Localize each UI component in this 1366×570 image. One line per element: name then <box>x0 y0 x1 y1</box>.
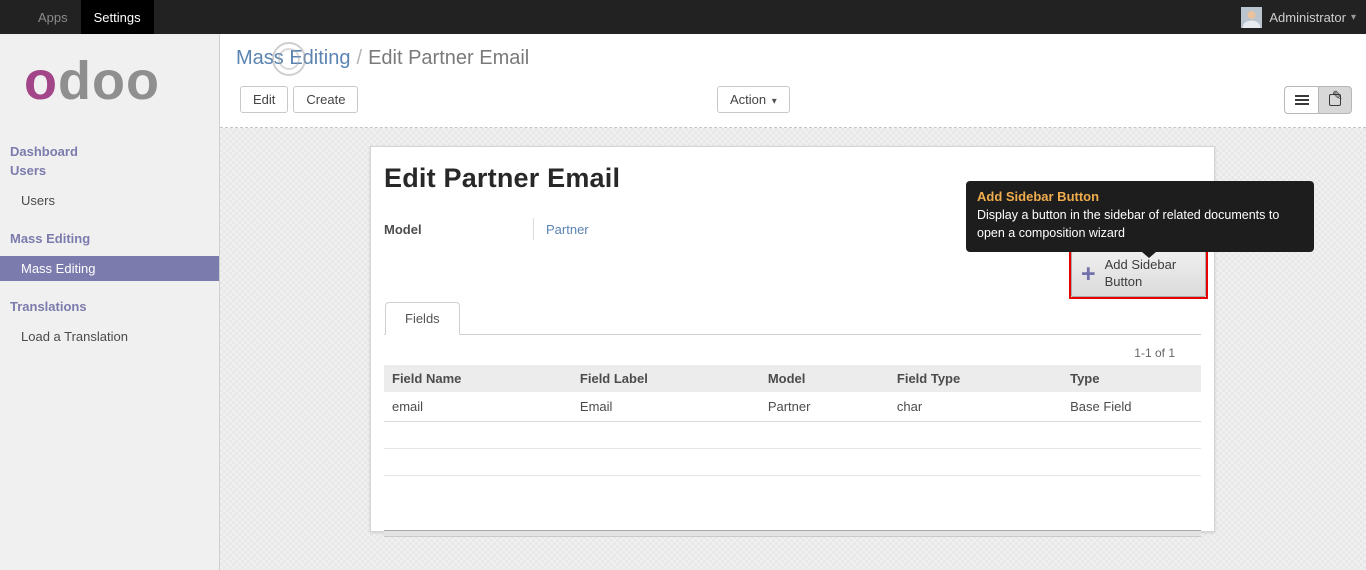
odoo-logo[interactable]: odoo <box>24 54 219 108</box>
tooltip-body: Display a button in the sidebar of relat… <box>977 208 1280 240</box>
tooltip: Add Sidebar Button Display a button in t… <box>966 181 1314 259</box>
action-label: Action <box>730 92 767 107</box>
logo-letter-o: o <box>24 51 58 111</box>
top-menu: Apps Settings <box>0 0 154 34</box>
top-navbar: Apps Settings Administrator ▾ <box>0 0 1366 34</box>
edit-button[interactable]: Edit <box>240 86 289 113</box>
cell-field-name: email <box>384 392 572 422</box>
sidebar-heading-dashboard[interactable]: Dashboard <box>0 142 219 161</box>
sidebar-item-mass-editing[interactable]: Mass Editing <box>0 256 219 281</box>
cell-field-label: Email <box>571 392 760 422</box>
column-header-field-type[interactable]: Field Type <box>888 365 1063 392</box>
list-view-button[interactable] <box>1284 86 1318 114</box>
menu-settings[interactable]: Settings <box>80 0 154 34</box>
model-value-link[interactable]: Partner <box>546 222 589 237</box>
tooltip-arrow-icon <box>1142 252 1156 259</box>
menu-apps[interactable]: Apps <box>25 0 81 34</box>
pager: 1-1 of 1 <box>1134 346 1175 360</box>
control-panel-buttons: Edit Create Action ▾ <box>220 86 1366 116</box>
edit-form-icon <box>1329 88 1343 106</box>
column-header-type[interactable]: Type <box>1062 365 1201 392</box>
control-panel: Mass Editing / Edit Partner Email Edit Cre… <box>220 34 1366 128</box>
tab-fields[interactable]: Fields <box>385 302 460 335</box>
chevron-down-icon: ▾ <box>1350 11 1356 23</box>
sidebar-item-users[interactable]: Users <box>0 188 219 213</box>
plus-icon: + <box>1081 259 1096 288</box>
cell-field-type: char <box>888 392 1063 422</box>
sidebar-heading-mass-editing[interactable]: Mass Editing <box>0 229 219 248</box>
cell-type: Base Field <box>1062 392 1201 422</box>
breadcrumb-separator: / <box>356 47 363 69</box>
view-switcher <box>1284 86 1352 114</box>
breadcrumb: Mass Editing / Edit Partner Email <box>220 34 1366 76</box>
highlight-box: + Add Sidebar Button <box>1069 249 1208 299</box>
notebook-tabs: Fields <box>384 301 1201 335</box>
column-header-field-name[interactable]: Field Name <box>384 365 572 392</box>
cell-model: Partner <box>759 392 889 422</box>
sidebar-item-load-translation[interactable]: Load a Translation <box>0 324 219 349</box>
user-name: Administrator <box>1269 9 1346 25</box>
add-sidebar-button[interactable]: + Add Sidebar Button <box>1071 251 1206 297</box>
column-header-field-label[interactable]: Field Label <box>571 365 760 392</box>
user-menu[interactable]: Administrator ▾ <box>1241 0 1366 34</box>
tooltip-title: Add Sidebar Button <box>977 189 1100 204</box>
empty-row <box>384 476 1201 503</box>
table-header-row: Field Name Field Label Model Field Type … <box>384 365 1201 392</box>
avatar <box>1241 6 1263 28</box>
logo-rest: doo <box>58 51 160 111</box>
content-area: Mass Editing / Edit Partner Email Edit Cre… <box>220 34 1366 570</box>
sidebar: odoo Dashboard Users Users Mass Editing … <box>0 34 220 570</box>
breadcrumb-link-mass-editing[interactable]: Mass Editing <box>236 47 351 69</box>
table-row[interactable]: email Email Partner char Base Field <box>384 392 1201 422</box>
empty-row <box>384 448 1201 476</box>
sidebar-menu: Dashboard Users Users Mass Editing Mass … <box>0 142 219 349</box>
action-dropdown-button[interactable]: Action ▾ <box>717 86 790 113</box>
sidebar-heading-users[interactable]: Users <box>0 161 219 180</box>
column-header-model[interactable]: Model <box>759 365 889 392</box>
breadcrumb-current: Edit Partner Email <box>368 47 530 69</box>
create-button[interactable]: Create <box>293 86 359 113</box>
add-sidebar-button-label: Add Sidebar Button <box>1104 257 1177 289</box>
empty-row <box>384 421 1201 449</box>
sidebar-heading-translations[interactable]: Translations <box>0 297 219 316</box>
form-view-button[interactable] <box>1318 86 1352 114</box>
list-icon <box>1294 95 1309 105</box>
horizontal-scrollbar[interactable] <box>384 529 1201 537</box>
fields-table: Field Name Field Label Model Field Type … <box>384 365 1201 503</box>
page-body: Edit Partner Email Model Partner + Add S… <box>220 128 1366 570</box>
model-label: Model <box>384 218 534 240</box>
chevron-down-icon: ▾ <box>771 96 777 107</box>
